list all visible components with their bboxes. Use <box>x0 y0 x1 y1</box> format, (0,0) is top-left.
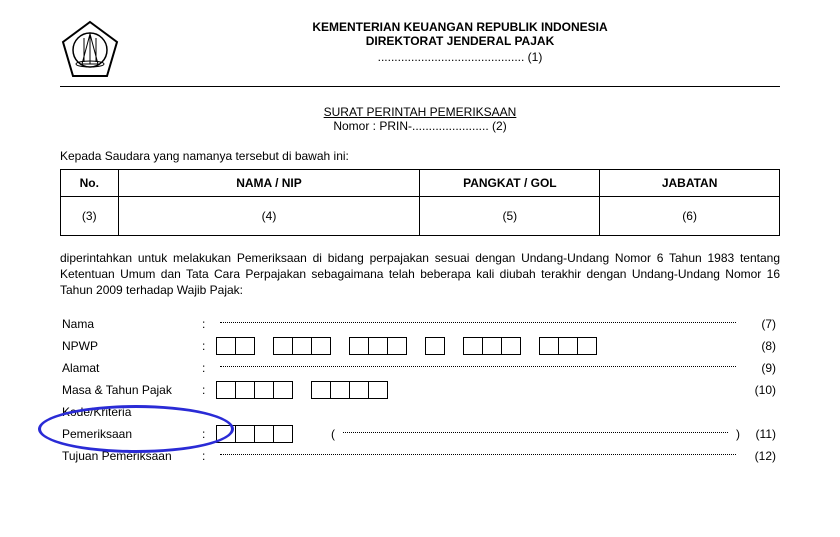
label-npwp: NPWP <box>60 339 202 353</box>
marker-2: (2) <box>489 119 507 133</box>
marker-7: (7) <box>740 317 780 331</box>
th-pangkat: PANGKAT / GOL <box>420 170 600 197</box>
field-kode-line2: Pemeriksaan : () (11) <box>60 423 780 445</box>
value-masa <box>216 381 740 399</box>
ministry-logo-icon <box>60 20 120 80</box>
instruction-paragraph: diperintahkan untuk melakukan Pemeriksaa… <box>60 250 780 299</box>
value-kode2: () <box>216 425 740 443</box>
paren-open: ( <box>331 427 335 441</box>
marker-10: (10) <box>740 383 780 397</box>
header-line-3: ........................................… <box>140 50 780 64</box>
field-alamat: Alamat : (9) <box>60 357 780 379</box>
cell-5: (5) <box>420 197 600 236</box>
table-row: (3) (4) (5) (6) <box>61 197 780 236</box>
th-no: No. <box>61 170 119 197</box>
header-text-block: KEMENTERIAN KEUANGAN REPUBLIK INDONESIA … <box>140 20 780 64</box>
field-tujuan: Tujuan Pemeriksaan : (12) <box>60 445 780 467</box>
label-alamat: Alamat <box>60 361 202 375</box>
value-tujuan <box>216 454 740 457</box>
field-masa: Masa & Tahun Pajak : (10) <box>60 379 780 401</box>
header-dots: ........................................… <box>378 50 525 64</box>
header-line-2: DIREKTORAT JENDERAL PAJAK <box>140 34 780 48</box>
colon: : <box>202 361 216 375</box>
marker-8: (8) <box>740 339 780 353</box>
th-jabatan: JABATAN <box>600 170 780 197</box>
colon: : <box>202 317 216 331</box>
intro-text: Kepada Saudara yang namanya tersebut di … <box>60 149 780 163</box>
value-npwp <box>216 337 740 355</box>
table-header-row: No. NAMA / NIP PANGKAT / GOL JABATAN <box>61 170 780 197</box>
label-nama: Nama <box>60 317 202 331</box>
document-header: KEMENTERIAN KEUANGAN REPUBLIK INDONESIA … <box>60 20 780 80</box>
colon: : <box>202 427 216 441</box>
cell-6: (6) <box>600 197 780 236</box>
officer-table: No. NAMA / NIP PANGKAT / GOL JABATAN (3)… <box>60 169 780 236</box>
title-block: SURAT PERINTAH PEMERIKSAAN Nomor : PRIN-… <box>60 105 780 133</box>
cell-3: (3) <box>61 197 119 236</box>
marker-9: (9) <box>740 361 780 375</box>
label-masa: Masa & Tahun Pajak <box>60 383 202 397</box>
header-line-1: KEMENTERIAN KEUANGAN REPUBLIK INDONESIA <box>140 20 780 34</box>
value-alamat <box>216 366 740 369</box>
fields-block: Nama : (7) NPWP : (8) Alamat : (9) Masa … <box>60 313 780 467</box>
colon: : <box>202 449 216 463</box>
colon: : <box>202 339 216 353</box>
header-marker-1: (1) <box>524 50 542 64</box>
marker-11: (11) <box>740 427 780 441</box>
nomor-label: Nomor : PRIN- <box>333 119 412 133</box>
nomor-dots: ....................... <box>412 119 489 133</box>
marker-12: (12) <box>740 449 780 463</box>
header-divider <box>60 86 780 87</box>
document-number-line: Nomor : PRIN-....................... (2) <box>60 119 780 133</box>
cell-4: (4) <box>118 197 420 236</box>
label-tujuan: Tujuan Pemeriksaan <box>60 449 202 463</box>
label-kode1: Kode/Kriteria <box>60 405 202 419</box>
label-kode2: Pemeriksaan <box>60 427 202 441</box>
field-npwp: NPWP : (8) <box>60 335 780 357</box>
field-nama: Nama : (7) <box>60 313 780 335</box>
colon: : <box>202 383 216 397</box>
field-kode-line1: Kode/Kriteria <box>60 401 780 423</box>
value-nama <box>216 322 740 325</box>
th-nama: NAMA / NIP <box>118 170 420 197</box>
document-title: SURAT PERINTAH PEMERIKSAAN <box>60 105 780 119</box>
